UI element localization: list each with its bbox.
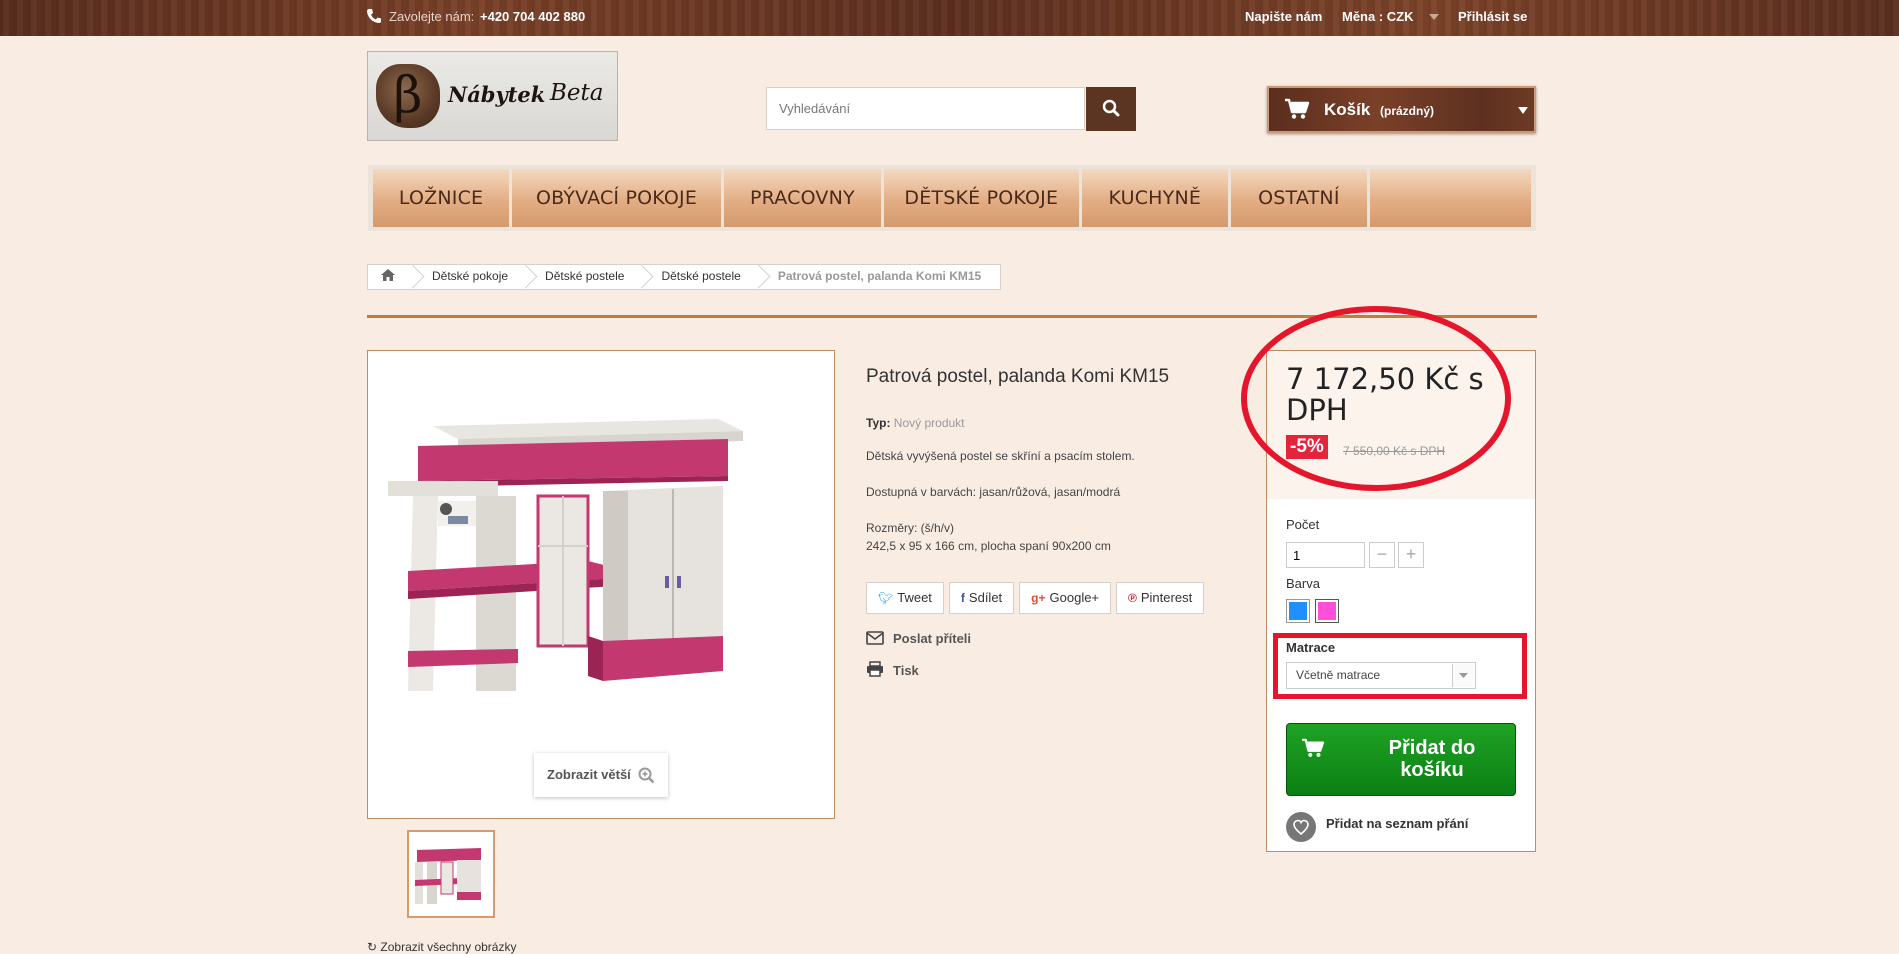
home-icon xyxy=(381,269,395,281)
color-label: Barva xyxy=(1286,576,1320,591)
printer-icon xyxy=(867,661,883,677)
product-thumbnail[interactable] xyxy=(407,830,495,918)
color-swatch-blue[interactable] xyxy=(1286,599,1310,623)
phone-icon xyxy=(367,9,381,23)
menu-item-kuchyne[interactable]: Kuchyně xyxy=(1081,169,1228,227)
quantity-label: Počet xyxy=(1286,517,1320,532)
show-all-images-label: Zobrazit všechny obrázky xyxy=(380,940,517,954)
cart-status: (prázdný) xyxy=(1380,104,1434,118)
call-label: Zavolejte nám: xyxy=(389,9,475,24)
refresh-icon: ↻ xyxy=(367,940,378,954)
zoom-in-icon xyxy=(638,767,655,784)
cart-label: Košík xyxy=(1324,100,1371,119)
product-title: Patrová postel, palanda Komi KM15 xyxy=(866,366,1170,387)
facebook-share-button[interactable]: f Sdílet xyxy=(948,582,1015,614)
google-plus-icon: g+ xyxy=(1031,591,1046,605)
print-link[interactable]: Tisk xyxy=(866,661,919,678)
print-label: Tisk xyxy=(893,663,919,678)
menu-item-obyvaci-pokoje[interactable]: Obývací pokoje xyxy=(512,169,721,227)
breadcrumb-item[interactable]: Dětské postele xyxy=(643,264,759,290)
tweet-label: Tweet xyxy=(897,590,932,605)
menu-item-ostatni[interactable]: Ostatní xyxy=(1230,169,1367,227)
product-type-value: Nový produkt xyxy=(893,416,965,430)
breadcrumb-item[interactable]: Dětské postele xyxy=(527,264,643,290)
menu-item-pracovny[interactable]: Pracovny xyxy=(723,169,881,227)
quantity-input[interactable] xyxy=(1286,542,1365,568)
menu-item-empty xyxy=(1369,169,1531,227)
wishlist-link[interactable]: Přidat na seznam přání xyxy=(1286,812,1469,842)
logo-wordmark: Nábytek xyxy=(448,82,546,107)
thumbnail-illustration xyxy=(415,848,481,904)
envelope-icon xyxy=(866,631,884,645)
menu-item-loznice[interactable]: Ložnice xyxy=(373,169,510,227)
logo-wordmark-beta: Beta xyxy=(550,80,604,106)
wishlist-circle xyxy=(1286,812,1316,842)
site-logo[interactable]: β Nábytek Beta xyxy=(367,51,618,141)
share-label: Sdílet xyxy=(968,590,1003,605)
menu-item-detske-pokoje[interactable]: Dětské pokoje xyxy=(883,169,1079,227)
social-share-buttons: 🐦︎ Tweet f Sdílet g+ Google+ ℗ Pinterest xyxy=(866,582,1205,614)
search-icon xyxy=(1102,99,1120,116)
product-dimensions-value: 242,5 x 95 x 166 cm, plocha spaní 90x200… xyxy=(866,539,1111,553)
chevron-down-icon[interactable] xyxy=(1428,12,1440,22)
currency-selector[interactable]: Měna : CZK xyxy=(1342,9,1414,24)
breadcrumb-home[interactable] xyxy=(368,264,414,290)
breadcrumb-item[interactable]: Dětské pokoje xyxy=(414,264,527,290)
search-input[interactable] xyxy=(766,87,1085,130)
pinterest-icon: ℗ xyxy=(1128,591,1137,605)
top-bar: Zavolejte nám: +420 704 402 880 Napište … xyxy=(0,0,1899,36)
breadcrumb: Dětské pokoje Dětské postele Dětské post… xyxy=(367,264,1002,290)
annotation-highlight-ellipse xyxy=(1241,306,1511,491)
bunk-bed-illustration xyxy=(388,419,743,691)
product-type-label: Typ: xyxy=(866,416,891,430)
send-to-friend-link[interactable]: Poslat příteli xyxy=(866,631,971,646)
product-image[interactable]: Zobrazit větší xyxy=(367,350,835,819)
quantity-increase-button[interactable]: + xyxy=(1398,542,1424,568)
annotation-highlight-rectangle xyxy=(1273,633,1527,699)
pinterest-label: Pinterest xyxy=(1140,590,1193,605)
heart-icon xyxy=(1293,819,1309,836)
add-to-cart-button[interactable]: Přidat do košíku xyxy=(1286,723,1516,796)
search-button[interactable] xyxy=(1086,87,1136,131)
twitter-icon: 🐦︎ xyxy=(878,591,894,605)
facebook-icon: f xyxy=(960,591,965,605)
google-plus-label: Google+ xyxy=(1049,590,1100,605)
zoom-label: Zobrazit větší xyxy=(547,767,631,782)
product-dimensions-label: Rozměry: (š/h/v) xyxy=(866,521,955,535)
logo-mark: β xyxy=(376,64,440,128)
main-menu: Ložnice Obývací pokoje Pracovny Dětské p… xyxy=(368,165,1536,231)
cart-icon xyxy=(1285,98,1310,119)
product-description: Dětská vyvýšená postel se skříní a psací… xyxy=(866,449,1135,463)
send-to-friend-label: Poslat příteli xyxy=(893,631,972,646)
google-plus-button[interactable]: g+ Google+ xyxy=(1019,582,1112,614)
product-colors-info: Dostupná v barvách: jasan/růžová, jasan/… xyxy=(866,485,1121,499)
color-swatch-pink[interactable] xyxy=(1315,599,1339,623)
breadcrumb-current: Patrová postel, palanda Komi KM15 xyxy=(777,269,982,283)
wishlist-label: Přidat na seznam přání xyxy=(1326,816,1469,831)
contact-link[interactable]: Napište nám xyxy=(1245,9,1322,24)
product-type: Typ: Nový produkt xyxy=(866,416,965,430)
cart-dropdown[interactable]: Košík (prázdný) xyxy=(1267,86,1536,133)
add-to-cart-label: Přidat do košíku xyxy=(1388,737,1476,781)
quantity-decrease-button[interactable]: − xyxy=(1369,542,1395,568)
chevron-down-icon xyxy=(1518,107,1528,114)
tweet-button[interactable]: 🐦︎ Tweet xyxy=(866,582,944,614)
login-link[interactable]: Přihlásit se xyxy=(1458,9,1527,24)
pinterest-button[interactable]: ℗ Pinterest xyxy=(1116,582,1205,614)
cart-icon xyxy=(1302,738,1325,757)
phone-number[interactable]: +420 704 402 880 xyxy=(480,9,585,24)
zoom-button[interactable]: Zobrazit větší xyxy=(534,753,668,797)
show-all-images-link[interactable]: ↻ Zobrazit všechny obrázky xyxy=(367,940,516,954)
